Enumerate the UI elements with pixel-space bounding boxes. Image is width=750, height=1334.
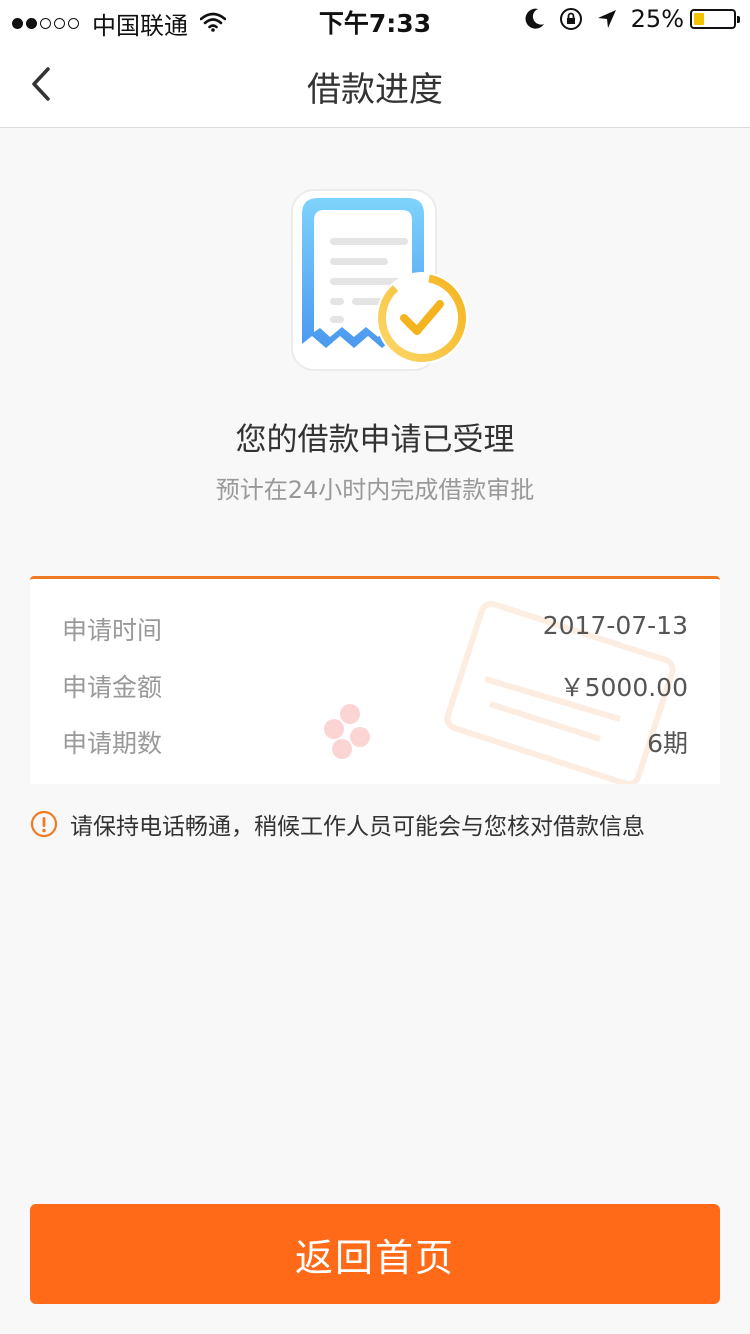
- status-subline: 预计在24小时内完成借款审批: [215, 476, 535, 504]
- receipt-checkmark-icon: [290, 186, 475, 376]
- notice-text: 请保持电话畅通，稍候工作人员可能会与您核对借款信息: [70, 814, 645, 840]
- detail-value: 6期: [647, 729, 688, 758]
- status-headline: 您的借款申请已受理: [235, 422, 515, 458]
- notice-bar: 请保持电话畅通，稍候工作人员可能会与您核对借款信息: [30, 806, 645, 842]
- detail-row-apply-amount: 申请金额 ￥5000.00: [62, 668, 688, 708]
- battery-percent: 25%: [630, 5, 684, 33]
- detail-label: 申请时间: [62, 616, 163, 645]
- detail-label: 申请期数: [62, 729, 163, 758]
- detail-row-apply-time: 申请时间 2017-07-13: [62, 611, 688, 651]
- detail-value: 2017-07-13: [542, 611, 688, 640]
- page-title: 借款进度: [307, 70, 443, 110]
- battery-icon: [690, 9, 740, 29]
- rotation-lock-icon: [559, 7, 583, 31]
- warning-circle-icon: [30, 810, 58, 838]
- loan-details-card: 申请时间 2017-07-13 申请金额 ￥5000.00 申请期数 6期: [30, 576, 720, 784]
- nav-bar: 借款进度: [0, 40, 750, 128]
- detail-row-apply-terms: 申请期数 6期: [62, 724, 688, 764]
- detail-label: 申请金额: [62, 673, 163, 702]
- detail-value: ￥5000.00: [559, 673, 688, 702]
- return-home-button[interactable]: 返回首页: [30, 1204, 720, 1304]
- location-arrow-icon: [597, 9, 617, 29]
- status-bar: 中国联通 下午7:33 25%: [0, 0, 750, 40]
- moon-icon: [525, 8, 545, 30]
- status-right: 25%: [511, 5, 740, 33]
